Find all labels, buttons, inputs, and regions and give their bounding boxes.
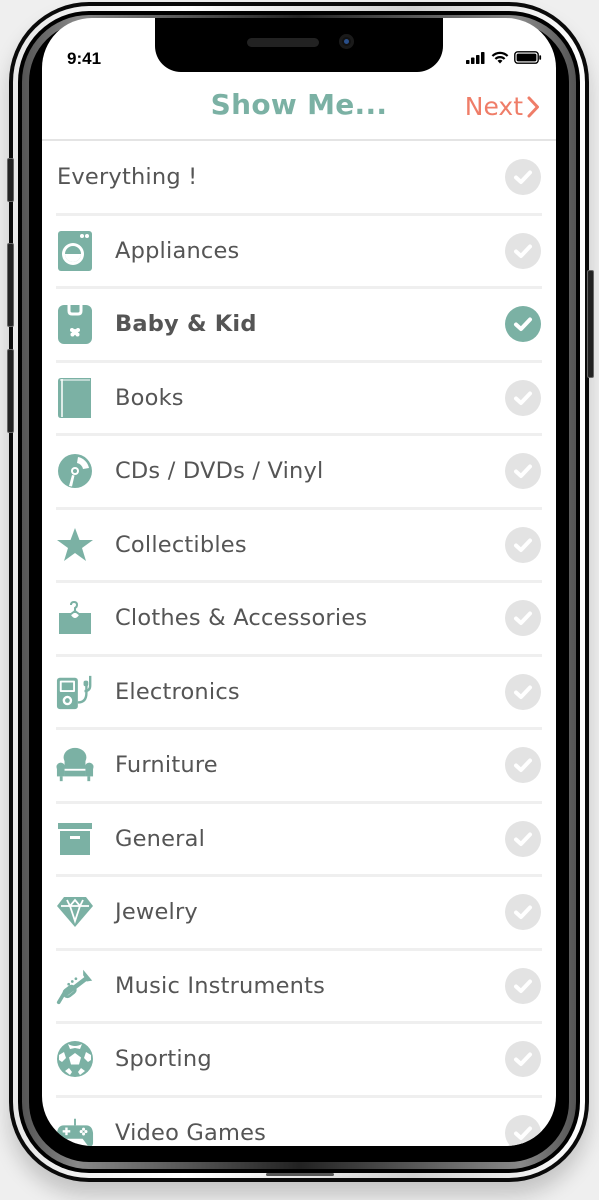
category-row-general[interactable]: General [56, 804, 542, 877]
checkmark-icon [514, 1052, 532, 1067]
category-label: Clothes & Accessories [115, 605, 368, 632]
category-row-everything[interactable]: Everything ! [56, 142, 542, 216]
category-row-clothes-accessories[interactable]: Clothes & Accessories [56, 583, 542, 657]
category-list: Everything ! Appliances Baby & Kid Books… [56, 142, 542, 1146]
check-toggle[interactable] [505, 747, 541, 784]
soccer-ball-icon [56, 1040, 94, 1078]
home-indicator [266, 1173, 334, 1176]
battery-icon [514, 51, 542, 64]
check-toggle[interactable] [505, 232, 541, 269]
category-row-books[interactable]: Books [56, 363, 542, 436]
checkmark-icon [514, 464, 532, 479]
check-toggle[interactable] [505, 673, 541, 710]
wifi-icon [491, 51, 509, 64]
checkmark-icon [514, 979, 532, 993]
phone-screen: 9:41 Show Me... Next Everything ! Applia… [42, 18, 556, 1146]
trumpet-icon [56, 967, 94, 1005]
category-row-collectibles[interactable]: Collectibles [56, 510, 542, 583]
checkmark-icon [514, 758, 532, 773]
check-toggle[interactable] [505, 526, 541, 563]
category-row-music-instruments[interactable]: Music Instruments [56, 951, 542, 1024]
book-icon [56, 377, 94, 418]
mute-switch [7, 158, 14, 202]
power-button [587, 270, 594, 378]
category-row-jewelry[interactable]: Jewelry [56, 877, 542, 951]
checkmark-icon [514, 391, 532, 405]
volume-up-button [7, 243, 14, 327]
checkmark-icon [514, 317, 532, 332]
category-label: Furniture [115, 752, 218, 779]
mp3-player-icon [56, 673, 94, 711]
notch [155, 18, 443, 72]
check-toggle[interactable] [505, 379, 541, 416]
checkmark-icon [514, 244, 532, 258]
armchair-icon [56, 746, 94, 784]
diamond-icon [56, 893, 94, 931]
next-button[interactable]: Next [465, 92, 540, 121]
checkmark-icon [514, 170, 532, 185]
category-label: CDs / DVDs / Vinyl [115, 458, 324, 485]
category-label: Everything ! [57, 164, 198, 191]
check-toggle[interactable] [505, 159, 541, 196]
category-label: Baby & Kid [115, 311, 257, 338]
category-row-baby-kid[interactable]: Baby & Kid [56, 289, 542, 363]
check-toggle[interactable] [505, 306, 541, 343]
washing-machine-icon [56, 230, 94, 271]
status-time: 9:41 [67, 49, 102, 68]
checkmark-icon [514, 611, 532, 626]
front-camera [339, 34, 354, 49]
category-label: Appliances [115, 237, 240, 264]
checkmark-icon [514, 538, 532, 552]
speaker-grille [247, 38, 319, 47]
header-divider [42, 139, 556, 141]
category-label: Video Games [115, 1119, 267, 1146]
category-row-video-games[interactable]: Video Games [56, 1098, 542, 1146]
category-row-furniture[interactable]: Furniture [56, 730, 542, 804]
volume-down-button [7, 349, 14, 433]
category-label: Books [115, 384, 184, 411]
hanger-box-icon [56, 599, 94, 637]
checkmark-icon [514, 832, 532, 846]
category-row-appliances[interactable]: Appliances [56, 216, 542, 289]
checkmark-icon [514, 905, 532, 920]
gamepad-icon [56, 1114, 94, 1146]
checkmark-icon [514, 685, 532, 699]
check-toggle[interactable] [505, 1041, 541, 1078]
category-label: Jewelry [115, 899, 198, 926]
check-toggle[interactable] [505, 453, 541, 490]
category-label: Electronics [115, 678, 240, 705]
check-toggle[interactable] [505, 820, 541, 857]
category-row-sporting[interactable]: Sporting [56, 1024, 542, 1098]
disc-icon [56, 452, 94, 490]
category-label: Sporting [115, 1046, 212, 1073]
chevron-right-icon [527, 96, 539, 117]
signal-icon [466, 51, 485, 64]
baby-bib-icon [56, 305, 94, 345]
star-icon [56, 526, 94, 564]
check-toggle[interactable] [505, 894, 541, 931]
category-row-electronics[interactable]: Electronics [56, 657, 542, 730]
check-toggle[interactable] [505, 1114, 541, 1146]
category-row-cds-dvds-vinyl[interactable]: CDs / DVDs / Vinyl [56, 436, 542, 510]
category-label: General [115, 825, 206, 852]
check-toggle[interactable] [505, 600, 541, 637]
category-label: Collectibles [115, 531, 247, 558]
next-button-label: Next [464, 92, 523, 121]
check-toggle[interactable] [505, 967, 541, 1004]
checkmark-icon [514, 1126, 532, 1140]
status-icons [466, 51, 542, 64]
archive-box-icon [56, 820, 94, 858]
category-label: Music Instruments [115, 972, 326, 999]
